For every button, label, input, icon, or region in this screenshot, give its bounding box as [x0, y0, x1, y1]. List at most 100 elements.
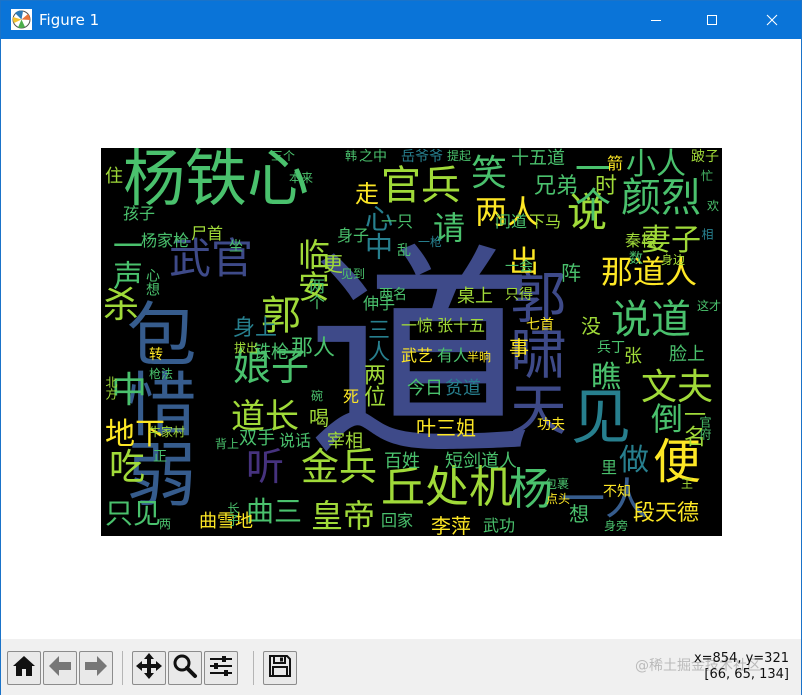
- zoom-icon: [172, 653, 198, 683]
- wordcloud-word: 说道: [611, 297, 691, 343]
- wordcloud-word: 半晌: [467, 350, 492, 364]
- wordcloud-word: 身子: [337, 226, 370, 245]
- wordcloud-word: 一枪: [418, 235, 443, 249]
- wordcloud-word: 尸首: [191, 224, 224, 243]
- wordcloud-word: 住: [105, 166, 123, 187]
- wordcloud-word: 王: [681, 477, 694, 491]
- wordcloud-word: 兄弟: [534, 174, 579, 199]
- wordcloud-word: 死: [340, 388, 359, 404]
- wordcloud-word: 段天德: [633, 501, 700, 526]
- wordcloud-word: 点头: [546, 492, 571, 506]
- wordcloud-word: 百姓: [384, 451, 420, 472]
- wordcloud-word: 双手: [239, 428, 275, 449]
- title-bar[interactable]: Figure 1: [1, 1, 801, 39]
- back-arrow-icon: [47, 653, 73, 683]
- wordcloud-word: 张十五: [437, 316, 486, 335]
- save-button[interactable]: [263, 651, 297, 685]
- wordcloud-word: 数: [629, 251, 643, 267]
- wordcloud-word: 没: [581, 314, 601, 338]
- wordcloud-word: 短剑: [445, 451, 481, 472]
- toolbar-separator: [122, 651, 123, 685]
- toolbar-separator: [253, 651, 254, 685]
- wordcloud-word: 武功: [483, 516, 516, 535]
- wordcloud-word: 见到: [341, 267, 366, 281]
- wordcloud-word: 吃: [109, 447, 146, 488]
- wordcloud-word: 身旁: [604, 519, 629, 533]
- wordcloud-word: 瞧: [591, 360, 621, 395]
- wordcloud-word: 宰相: [327, 431, 363, 452]
- wordcloud-word: 本来: [289, 171, 314, 185]
- wordcloud-word: 韩: [345, 149, 358, 163]
- cursor-coordinates: x=854, y=321 [66, 65, 134]: [694, 651, 789, 683]
- wordcloud-word: 杨家枪: [141, 231, 190, 250]
- wordcloud-word: 更: [323, 252, 343, 276]
- wordcloud-word: 丘处机: [381, 462, 513, 513]
- wordcloud-word: 欢: [707, 199, 720, 213]
- wordcloud-word: 一会: [505, 259, 533, 275]
- save-icon: [267, 653, 293, 683]
- wordcloud-word: 杀: [103, 285, 140, 326]
- wordcloud-word: 两个: [306, 278, 325, 310]
- window-title: Figure 1: [39, 11, 100, 29]
- wordcloud-word: 喝: [309, 406, 329, 430]
- wordcloud-word: 皇帝: [311, 497, 376, 535]
- wordcloud-word: 小人: [626, 148, 686, 182]
- configure-subplots-button[interactable]: [204, 651, 238, 685]
- wordcloud-word: 碗: [311, 389, 324, 403]
- home-button[interactable]: [7, 651, 41, 685]
- wordcloud-word: 桌上: [457, 286, 493, 307]
- wordcloud-word: 一只: [381, 212, 414, 231]
- wordcloud-word: 身上: [233, 316, 278, 341]
- pan-button[interactable]: [132, 651, 166, 685]
- wordcloud-word: 听: [246, 445, 285, 489]
- wordcloud-word: 兵丁: [597, 340, 625, 356]
- matplotlib-logo-icon: [11, 9, 32, 30]
- configure-subplots-icon: [208, 653, 234, 683]
- wordcloud-word: 提起: [447, 149, 472, 163]
- wordcloud-word: 箭: [607, 154, 624, 173]
- wordcloud-word: 武艺: [401, 346, 434, 365]
- zoom-button[interactable]: [168, 651, 202, 685]
- wordcloud-word: 笑: [471, 153, 508, 194]
- wordcloud-word: 下马: [529, 212, 562, 231]
- wordcloud-word: 牛家村: [149, 425, 186, 439]
- wordcloud-word: 倒: [651, 400, 684, 438]
- forward-arrow-icon: [83, 653, 109, 683]
- wordcloud-word: 七首: [526, 317, 554, 333]
- maximize-button[interactable]: [689, 1, 735, 39]
- wordcloud-word: 颜烈: [621, 175, 701, 221]
- wordcloud-word: 回家: [381, 511, 414, 530]
- wordcloud-word: 李萍: [431, 514, 471, 536]
- wordcloud-word: 走: [355, 180, 379, 208]
- wordcloud-word: 坐: [229, 239, 243, 255]
- wordcloud-word: 之中: [359, 149, 387, 165]
- wordcloud-word: 一声: [107, 230, 142, 290]
- wordcloud-image: 道杨铁心 包惜弱 郭啸天 丘处机 说道 官兵 武官 颜烈见说郭临安 娘子 金兵 道长 文夫 那道人杨一人…: [101, 148, 722, 536]
- figure-canvas[interactable]: 道杨铁心 包惜弱 郭啸天 丘处机 说道 官兵 武官 颜烈见说郭临安 娘子 金兵 道长 文夫 那道人杨一人…: [1, 39, 801, 639]
- wordcloud-word: 一惊: [401, 316, 434, 335]
- wordcloud-word: 相: [700, 228, 714, 240]
- wordcloud-word: 见: [571, 383, 631, 453]
- wordcloud-word: 岳爷爷: [401, 149, 443, 165]
- minimize-icon: [650, 14, 662, 26]
- wordcloud-word: 叶三姐: [416, 416, 476, 440]
- wordcloud-word: 包裹: [545, 477, 570, 491]
- cursor-position: x=854, y=321: [693, 651, 789, 666]
- wordcloud-word: 说话: [279, 431, 312, 450]
- wordcloud-word: 伸手: [363, 294, 396, 313]
- back-button[interactable]: [43, 651, 77, 685]
- maximize-icon: [706, 14, 718, 26]
- minimize-button[interactable]: [633, 1, 679, 39]
- wordcloud-word: 秦桧: [625, 231, 658, 250]
- wordcloud-word: 忙: [701, 169, 714, 183]
- wordcloud-word: 问道: [495, 212, 528, 231]
- wordcloud-word: 里: [601, 458, 618, 477]
- wordcloud-word: 跛子: [691, 149, 719, 165]
- wordcloud-word: 道人: [481, 451, 517, 472]
- wordcloud-word: 心想: [144, 268, 160, 296]
- wordcloud-word: 身边: [661, 253, 686, 267]
- figure-window: Figure 1 道杨铁心 包惜弱 郭啸天 丘处机 说道 官兵 武官 颜烈见说郭临安 娘子 金兵道…: [0, 0, 802, 695]
- wordcloud-word: 今日: [407, 378, 443, 399]
- close-button[interactable]: [749, 1, 795, 39]
- forward-button[interactable]: [79, 651, 113, 685]
